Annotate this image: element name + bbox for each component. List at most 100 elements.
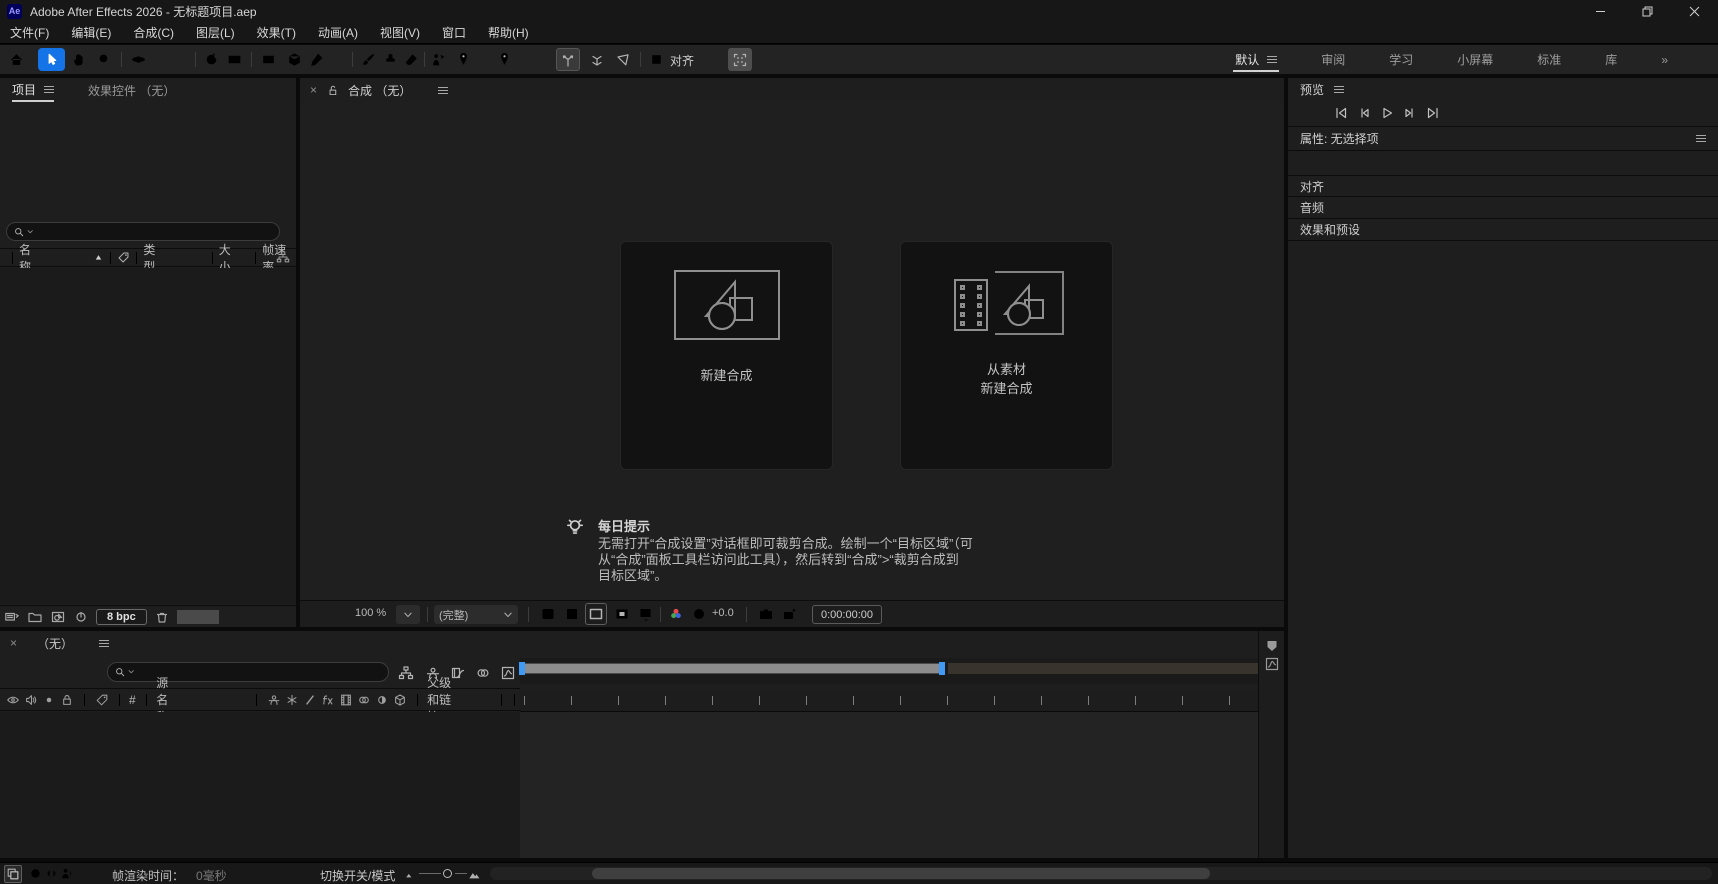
timeline-panel-menu-icon[interactable] — [99, 640, 109, 647]
pan-camera-tool[interactable] — [152, 51, 169, 68]
magnification-dropdown[interactable] — [396, 605, 420, 624]
motion-blur-icon[interactable] — [475, 665, 491, 681]
bounding-box-handles-button[interactable] — [728, 48, 752, 71]
snap-label[interactable]: 对齐 — [670, 52, 694, 69]
clone-stamp-tool[interactable] — [382, 51, 399, 68]
3d-layer-icon[interactable] — [393, 693, 407, 707]
roto-brush-tool[interactable] — [430, 51, 447, 68]
timeline-tab-close-icon[interactable]: × — [10, 636, 17, 650]
project-flowchart-icon[interactable] — [276, 250, 290, 264]
proxy-icon[interactable] — [73, 609, 89, 625]
new-composition-card[interactable]: 新建合成 — [620, 241, 833, 470]
panel-grip[interactable] — [177, 610, 219, 624]
transparency-grid-icon[interactable] — [564, 606, 580, 622]
target-region-icon[interactable] — [638, 606, 654, 622]
next-frame-button[interactable] — [1401, 105, 1419, 121]
orbit-camera-tool[interactable] — [130, 51, 147, 68]
menu-item[interactable]: 视图(V) — [380, 24, 420, 41]
expand-in-out-icon[interactable] — [44, 866, 59, 881]
h-scrollbar-track[interactable] — [490, 867, 1712, 880]
layer-list-area[interactable] — [0, 712, 520, 858]
interpret-footage-icon[interactable] — [4, 609, 20, 625]
properties-header[interactable]: 属性: 无选择项 — [1288, 126, 1718, 151]
zoom-in-mountain-icon[interactable] — [468, 867, 482, 881]
zoom-slider-knob[interactable] — [443, 869, 452, 878]
snapshot-icon[interactable] — [758, 606, 774, 622]
home-tool[interactable] — [8, 51, 25, 68]
menu-item[interactable]: 帮助(H) — [488, 24, 529, 41]
index-column[interactable]: # — [129, 693, 136, 707]
last-frame-button[interactable] — [1424, 105, 1442, 121]
workspace-tab[interactable]: 学习 — [1379, 45, 1423, 74]
guides-options-icon[interactable] — [614, 606, 630, 622]
section-audio[interactable]: 音频 — [1288, 197, 1718, 219]
workspace-tab[interactable]: 库 — [1595, 45, 1627, 74]
video-column-icon[interactable] — [6, 693, 20, 707]
selection-tool[interactable] — [38, 48, 65, 71]
comp-tab-label[interactable]: 合成 （无） — [348, 82, 411, 99]
resolution-dropdown[interactable]: (完整) — [434, 605, 518, 624]
workspace-tab[interactable]: 默认 — [1225, 45, 1287, 74]
menu-item[interactable]: 编辑(E) — [71, 24, 111, 41]
navigator-end-handle[interactable] — [939, 662, 945, 675]
play-button[interactable] — [1378, 105, 1396, 121]
comp-tab-close-icon[interactable]: × — [310, 83, 317, 97]
project-search-input[interactable] — [35, 225, 273, 239]
fast-previews-icon[interactable] — [540, 606, 556, 622]
motion-blur-switch-icon[interactable] — [357, 693, 371, 707]
timeline-tab-label[interactable]: （无） — [37, 635, 73, 652]
effect-icon[interactable] — [321, 693, 335, 707]
menu-item[interactable]: 动画(A) — [318, 24, 358, 41]
magnification-value[interactable]: 100 % — [355, 607, 386, 619]
lock-column-icon[interactable] — [60, 693, 74, 707]
navigator-start-handle[interactable] — [519, 662, 525, 675]
world-axis-mode-button[interactable] — [585, 48, 609, 71]
preview-menu-icon[interactable] — [1334, 86, 1344, 93]
time-navigator-bar[interactable] — [520, 663, 944, 674]
new-comp-from-footage-card[interactable]: 从素材 新建合成 — [900, 241, 1113, 470]
lock-open-icon[interactable] — [326, 84, 339, 97]
puppet-advanced-pin-tool[interactable] — [496, 51, 513, 68]
bit-depth-button[interactable]: 8 bpc — [96, 609, 147, 625]
view-axis-mode-button[interactable] — [611, 48, 635, 71]
close-button[interactable] — [1671, 0, 1718, 22]
menu-item[interactable]: 窗口 — [442, 24, 466, 41]
local-axis-mode-button[interactable] — [556, 48, 580, 71]
label-column-icon[interactable] — [117, 251, 130, 264]
menu-item[interactable]: 合成(C) — [133, 24, 174, 41]
workspace-tab[interactable]: 标准 — [1527, 45, 1571, 74]
new-folder-icon[interactable] — [27, 609, 43, 625]
time-ruler[interactable] — [520, 690, 1258, 712]
project-panel-menu-icon[interactable] — [44, 86, 54, 93]
rectangle-tool[interactable] — [260, 51, 277, 68]
rotation-tool[interactable] — [203, 51, 220, 68]
adjustment-layer-icon[interactable] — [375, 693, 389, 707]
minimize-button[interactable] — [1577, 0, 1624, 22]
snap-options-icon[interactable] — [708, 51, 725, 68]
show-snapshot-icon[interactable] — [782, 606, 798, 622]
comp-mini-flowchart-icon[interactable] — [398, 665, 414, 681]
label-column-icon[interactable] — [95, 693, 109, 707]
frame-blend-switch-icon[interactable] — [339, 693, 353, 707]
audio-column-icon[interactable] — [24, 693, 38, 707]
solo-column-icon[interactable] — [42, 693, 56, 707]
previous-frame-button[interactable] — [1355, 105, 1373, 121]
menu-item[interactable]: 效果(T) — [257, 24, 296, 41]
menu-item[interactable]: 图层(L) — [196, 24, 235, 41]
first-frame-button[interactable] — [1332, 105, 1350, 121]
exposure-icon[interactable] — [691, 606, 707, 622]
h-scrollbar-thumb[interactable] — [592, 868, 1210, 879]
dolly-camera-tool[interactable] — [174, 51, 191, 68]
exposure-value[interactable]: +0.0 — [712, 607, 734, 619]
workspace-tab[interactable]: 审阅 — [1311, 45, 1355, 74]
shy-switch-icon[interactable] — [267, 693, 281, 707]
tab-effect-controls[interactable]: 效果控件 （无） — [88, 82, 175, 99]
section-align[interactable]: 对齐 — [1288, 175, 1718, 197]
timeline-search[interactable] — [107, 662, 389, 682]
zoom-out-mountain-icon[interactable] — [404, 868, 416, 880]
av-features-icon[interactable] — [60, 866, 75, 881]
sort-ascending-icon[interactable] — [93, 252, 104, 263]
mini-flowchart-toggle[interactable] — [4, 865, 22, 883]
collapse-transformations-icon[interactable] — [285, 693, 299, 707]
type-tool[interactable] — [330, 51, 347, 68]
